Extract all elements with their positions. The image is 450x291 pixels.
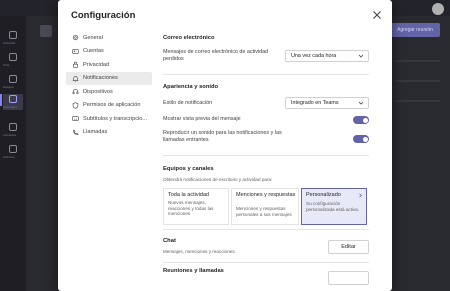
rail-item-calendar[interactable]: Calendario xyxy=(3,94,23,110)
card-description: Nuevos mensajes, reacciones y todas las … xyxy=(168,200,214,217)
team-tile xyxy=(40,25,52,37)
card-description: Menciones y respuestas personales a sus … xyxy=(236,206,292,217)
calendar-icon xyxy=(9,95,17,103)
message-preview-toggle[interactable] xyxy=(353,116,369,124)
section-title-appearance: Apariencia y sonido xyxy=(163,84,219,90)
edit-meetings-button[interactable] xyxy=(328,271,369,285)
rail-item-teams[interactable]: Equipos xyxy=(3,74,23,90)
section-divider xyxy=(163,229,369,230)
chevron-down-icon xyxy=(358,54,364,58)
nav-item-notifications[interactable]: Notificaciones xyxy=(66,71,152,85)
nav-item-general[interactable]: General xyxy=(66,31,152,44)
section-divider xyxy=(163,74,369,75)
sound-toggle[interactable] xyxy=(353,135,369,143)
teams-icon xyxy=(9,75,17,83)
bell-icon xyxy=(9,31,17,39)
accounts-icon xyxy=(72,48,79,54)
close-button[interactable] xyxy=(370,8,384,22)
select-value: Una vez cada hora xyxy=(291,53,337,59)
nav-item-privacy[interactable]: Privacidad xyxy=(66,58,152,71)
shield-icon xyxy=(72,101,79,109)
rail-item-calls[interactable]: Llamadas xyxy=(3,122,23,138)
option-card-mentions[interactable]: Menciones y respuestas Menciones y respu… xyxy=(231,188,299,225)
nav-item-label: Cuentas xyxy=(83,48,104,54)
card-title: Menciones y respuestas xyxy=(236,192,296,198)
chat-icon xyxy=(9,53,17,61)
nav-item-label: Llamadas xyxy=(83,129,108,135)
nav-item-label: Notificaciones xyxy=(83,75,118,81)
section-divider xyxy=(163,262,369,263)
list-item xyxy=(396,80,440,82)
rail-item-label: Chat xyxy=(3,63,10,67)
rail-item-activity[interactable]: Actividad xyxy=(3,30,23,46)
card-description: Su configuración personalizada está acti… xyxy=(306,201,360,212)
rail-item-label: Equipos xyxy=(3,85,14,89)
gear-icon xyxy=(72,34,79,41)
headset-icon xyxy=(72,88,79,95)
captions-icon xyxy=(72,116,79,121)
rail-item-files[interactable]: Archivos xyxy=(3,144,23,160)
edit-chat-button[interactable]: Editar xyxy=(328,240,369,254)
chat-subtitle: Mensajes, menciones y reacciones. xyxy=(163,249,236,254)
nav-item-label: Permisos de aplicación xyxy=(83,102,141,108)
nav-item-label: Subtítulos y transcripcio... xyxy=(83,115,148,122)
section-title-teams: Equipos y canales xyxy=(163,166,214,172)
lock-icon xyxy=(73,61,78,68)
section-divider xyxy=(163,155,369,156)
rail-item-label: Archivos xyxy=(3,155,15,159)
dialog-title: Configuración xyxy=(71,10,136,21)
missed-activity-label: Mensajes de correo electrónico de activi… xyxy=(163,49,269,62)
nav-item-devices[interactable]: Dispositivos xyxy=(66,85,152,98)
toggle-knob xyxy=(362,136,368,142)
add-meeting-button[interactable]: Agregar reunión xyxy=(390,23,440,37)
notification-style-select[interactable]: Integrado en Teams xyxy=(285,97,369,109)
teams-subtitle: Obtendrá notificaciones de escritorio y … xyxy=(163,177,273,182)
nav-item-calls[interactable]: Llamadas xyxy=(66,126,152,139)
select-value: Integrado en Teams xyxy=(291,100,339,106)
nav-item-captions[interactable]: Subtítulos y transcripcio... xyxy=(66,112,152,125)
toggle-knob xyxy=(362,117,368,123)
avatar[interactable] xyxy=(432,3,444,15)
nav-item-accounts[interactable]: Cuentas xyxy=(66,45,152,58)
rail-item-label: Actividad xyxy=(3,41,16,45)
section-title-meetings: Reuniones y llamadas xyxy=(163,268,224,274)
sound-label: Reproducir un sonido para las notificaci… xyxy=(163,130,282,143)
chevron-right-icon xyxy=(359,193,363,198)
rail-item-label: Calendario xyxy=(3,105,18,109)
card-title: Toda la actividad xyxy=(168,192,209,198)
rail-item-label: Llamadas xyxy=(3,133,17,137)
nav-item-label: Privacidad xyxy=(83,61,110,68)
option-card-all-activity[interactable]: Toda la actividad Nuevos mensajes, reacc… xyxy=(163,188,229,225)
nav-item-app-permissions[interactable]: Permisos de aplicación xyxy=(66,99,152,112)
rail-active-indicator xyxy=(0,94,2,106)
nav-item-label: General xyxy=(83,34,103,41)
option-card-custom[interactable]: Personalizado Su configuración personali… xyxy=(301,188,367,225)
bell-icon xyxy=(72,75,79,82)
nav-item-label: Dispositivos xyxy=(83,88,113,95)
file-icon xyxy=(9,145,17,153)
rail-item-chat[interactable]: Chat xyxy=(3,52,23,68)
close-icon xyxy=(373,11,381,19)
settings-nav: General Cuentas Privacidad Notificacione… xyxy=(66,31,152,139)
message-preview-label: Mostrar vista previa del mensaje xyxy=(163,116,241,122)
phone-icon xyxy=(9,123,17,131)
email-frequency-select[interactable]: Una vez cada hora xyxy=(285,50,369,62)
list-item xyxy=(396,100,440,102)
notification-style-label: Estilo de notificación xyxy=(163,100,213,106)
section-title-email: Correo electrónico xyxy=(163,35,215,41)
settings-dialog: Configuración General Cuentas Privacidad… xyxy=(58,0,392,291)
card-title: Personalizado xyxy=(306,192,341,198)
chevron-down-icon xyxy=(358,101,364,105)
phone-icon xyxy=(73,129,79,135)
section-title-chat: Chat xyxy=(163,238,176,244)
list-item xyxy=(396,60,440,62)
